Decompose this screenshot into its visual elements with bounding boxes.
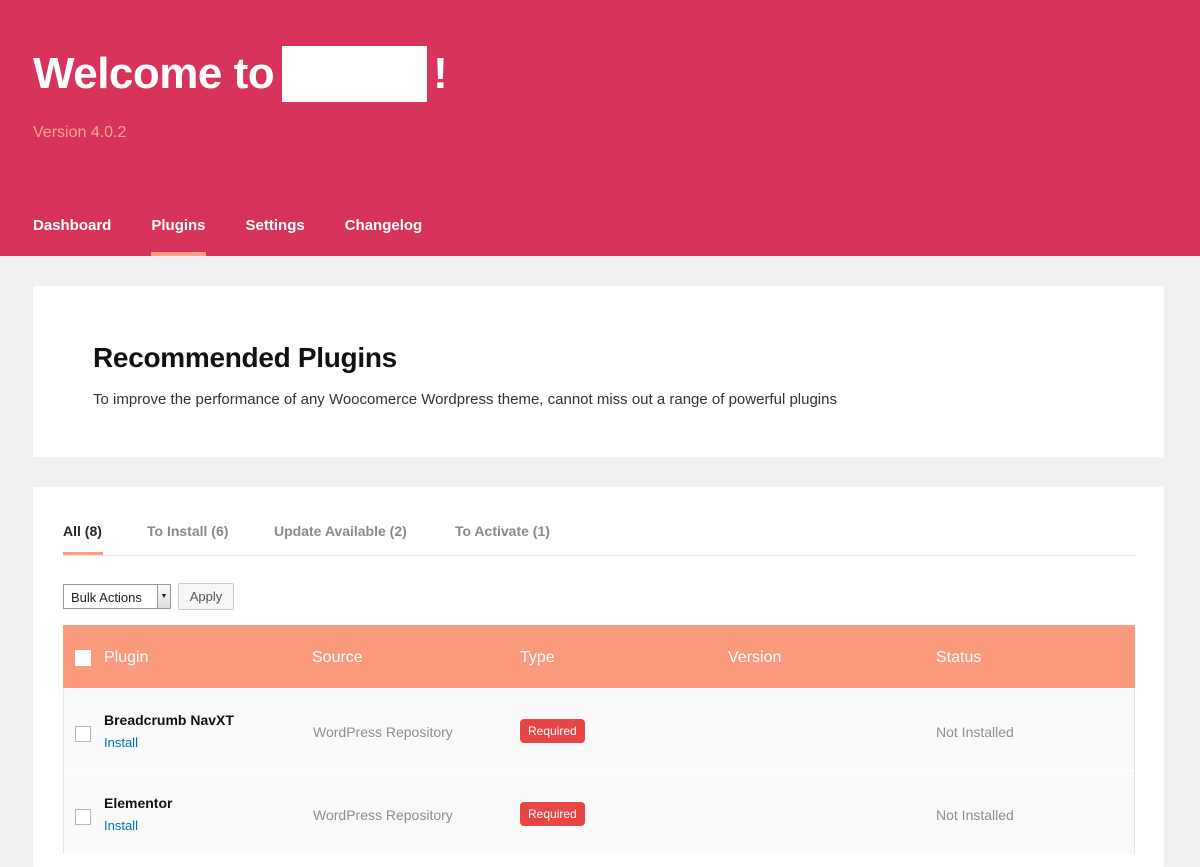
main-nav: Dashboard Plugins Settings Changelog <box>33 214 462 256</box>
version-label: Version 4.0.2 <box>33 124 127 141</box>
table-row: Breadcrumb NavXT Install WordPress Repos… <box>63 688 1135 771</box>
filter-to-activate[interactable]: To Activate (1) <box>455 523 550 539</box>
bulk-actions-value: Bulk Actions <box>71 590 142 605</box>
install-link[interactable]: Install <box>104 735 138 750</box>
table-header: Plugin Source Type Version Status <box>63 625 1135 688</box>
filter-all[interactable]: All (8) <box>63 523 103 555</box>
bulk-actions-select[interactable]: Bulk Actions ▼ <box>63 584 171 609</box>
plugin-status: Not Installed <box>936 724 1014 740</box>
plugin-source: WordPress Repository <box>313 807 453 823</box>
intro-card: Recommended Plugins To improve the perfo… <box>33 286 1164 457</box>
page-title: Recommended Plugins <box>93 342 397 373</box>
page-header: Welcome to ! Version 4.0.2 Dashboard Plu… <box>0 0 1200 256</box>
plugin-status: Not Installed <box>936 807 1014 823</box>
required-badge: Required <box>520 719 585 743</box>
plugins-table: Plugin Source Type Version Status Breadc… <box>63 625 1135 854</box>
welcome-suffix: ! <box>433 49 448 98</box>
plugin-source: WordPress Repository <box>313 724 453 740</box>
column-source: Source <box>312 649 363 666</box>
plugin-name: Elementor <box>104 795 173 811</box>
apply-button[interactable]: Apply <box>178 583 234 610</box>
tab-dashboard[interactable]: Dashboard <box>33 214 111 256</box>
row-checkbox[interactable] <box>75 809 91 825</box>
tab-settings[interactable]: Settings <box>246 214 305 256</box>
filter-update-available[interactable]: Update Available (2) <box>274 523 407 539</box>
plugin-name: Breadcrumb NavXT <box>104 712 234 728</box>
tab-changelog[interactable]: Changelog <box>345 214 423 256</box>
column-status: Status <box>936 649 982 666</box>
triangle-down-icon: ▼ <box>157 585 170 608</box>
tab-plugins[interactable]: Plugins <box>151 214 206 256</box>
table-row: Elementor Install WordPress Repository R… <box>63 771 1135 854</box>
welcome-heading: Welcome to ! <box>33 46 448 102</box>
required-badge: Required <box>520 802 585 826</box>
filter-tabs: All (8) To Install (6) Update Available … <box>63 487 1135 556</box>
column-version: Version <box>728 649 782 666</box>
plugins-card: All (8) To Install (6) Update Available … <box>33 487 1164 867</box>
install-link[interactable]: Install <box>104 818 138 833</box>
intro-description: To improve the performance of any Woocom… <box>93 391 837 408</box>
redacted-theme-name <box>282 46 428 102</box>
row-checkbox[interactable] <box>75 726 91 742</box>
welcome-prefix: Welcome to <box>33 49 275 98</box>
column-type: Type <box>520 649 555 666</box>
select-all-checkbox[interactable] <box>75 650 91 666</box>
filter-to-install[interactable]: To Install (6) <box>147 523 228 539</box>
column-plugin: Plugin <box>104 649 149 666</box>
